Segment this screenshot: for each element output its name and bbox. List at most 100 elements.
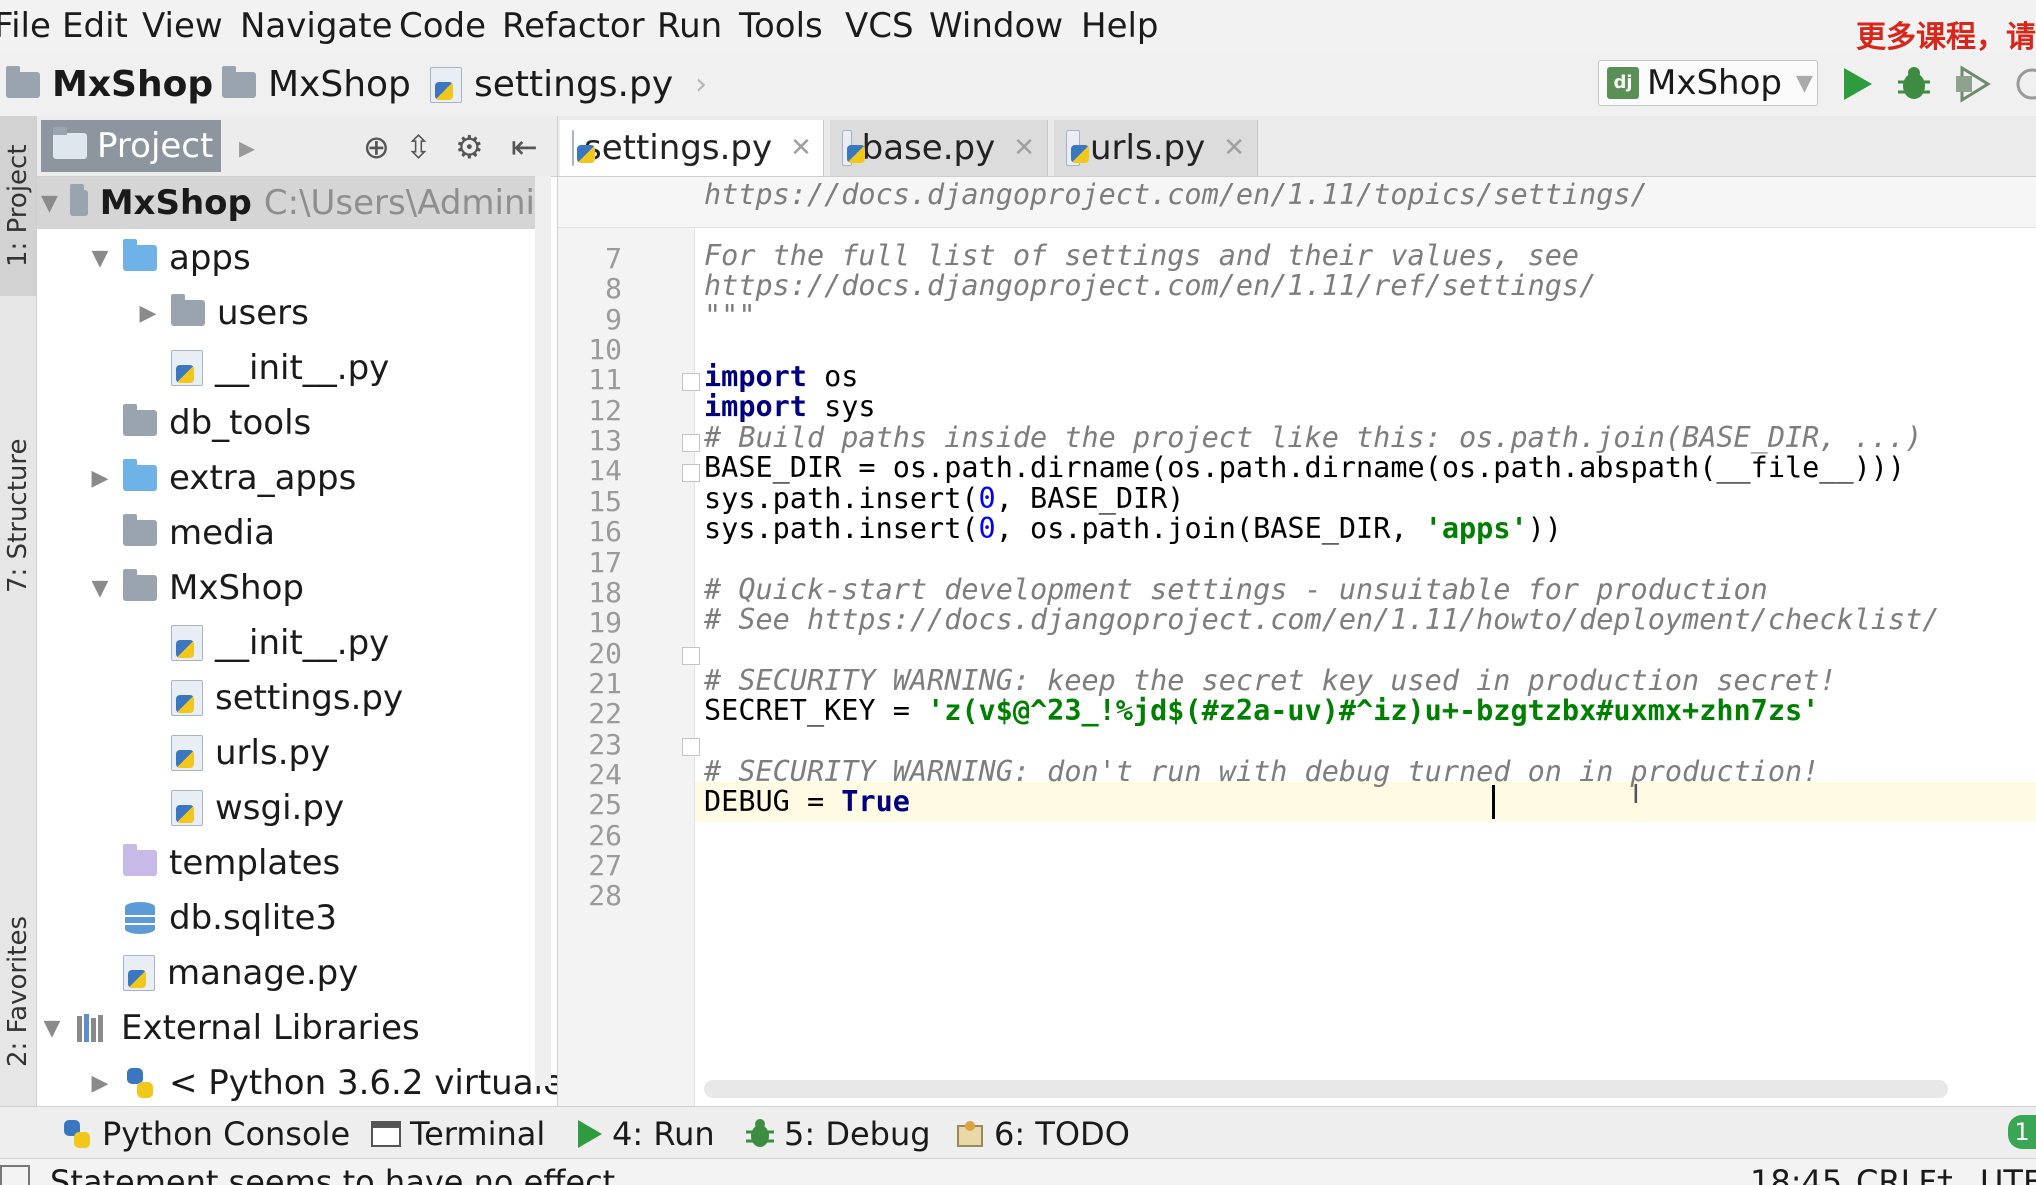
expand-arrow-icon[interactable]: ▼ <box>89 576 111 601</box>
fold-marker-icon[interactable] <box>682 646 700 665</box>
tree-item-label: media <box>169 513 275 553</box>
line-number-gutter[interactable]: 7 8 9 10 11 12 13 14 15 16 17 18 19 20 21 22 23 24 25 26 27 2… <box>558 228 700 1106</box>
tree-item-extra-apps[interactable]: ▶ extra_apps <box>89 452 357 504</box>
code-line[interactable]: """ <box>704 297 755 335</box>
code-token: SECRET_KEY = <box>704 693 928 727</box>
caret-position[interactable]: 18:45 <box>1750 1163 1842 1185</box>
todo-tool-button[interactable]: 6: TODO <box>954 1115 1130 1153</box>
terminal-button[interactable]: Terminal <box>370 1115 545 1153</box>
menu-edit[interactable]: Edit <box>62 6 128 46</box>
tool-window-project-tab[interactable]: 1: Project <box>0 116 36 296</box>
run-with-coverage-button[interactable] <box>1952 64 1992 104</box>
menu-refactor[interactable]: Refactor <box>502 6 645 46</box>
code-line[interactable]: https://docs.djangoproject.com/en/1.11/t… <box>704 176 1648 214</box>
close-icon[interactable]: ✕ <box>790 133 812 163</box>
code-token: 'z(v$@^23_!%jd$(#z2a-uv)#^iz)u+-bzgtzbx#… <box>927 693 1820 727</box>
tree-item-manage[interactable]: manage.py <box>123 947 358 999</box>
tree-item-apps[interactable]: ▼ apps <box>89 232 251 284</box>
menu-view[interactable]: View <box>142 6 223 46</box>
menu-tools[interactable]: Tools <box>739 6 823 46</box>
tab-urls-py[interactable]: urls.py ✕ <box>1054 120 1258 176</box>
code-token: sys.path.insert( <box>704 511 979 545</box>
tool-window-favorites-tab[interactable]: 2: Favorites <box>0 876 36 1106</box>
code-line[interactable]: https://docs.djangoproject.com/en/1.11/r… <box>704 267 1596 305</box>
run-configuration-select[interactable]: dj MxShop ▼ <box>1598 60 1818 106</box>
run-tool-button[interactable]: 4: Run <box>574 1115 715 1153</box>
tree-item-wsgi[interactable]: wsgi.py <box>171 782 344 834</box>
panel-toggle-icon[interactable] <box>0 1165 30 1185</box>
python-console-button[interactable]: Python Console <box>62 1115 350 1153</box>
expand-arrow-icon[interactable]: ▼ <box>41 1016 63 1041</box>
chevron-right-icon[interactable]: ▸ <box>239 128 255 166</box>
tree-item-external-libraries[interactable]: ▼ External Libraries <box>41 1002 420 1054</box>
menu-code[interactable]: Code <box>399 6 486 46</box>
tree-item-path: C:\Users\Admini <box>263 183 535 223</box>
file-encoding[interactable]: UTF <box>1980 1163 2036 1185</box>
close-icon[interactable]: ✕ <box>1223 133 1245 163</box>
event-log-badge[interactable]: 1 <box>2008 1115 2036 1149</box>
tool-window-structure-tab[interactable]: 7: Structure <box>0 356 36 676</box>
fold-marker-icon[interactable] <box>682 434 700 453</box>
tree-item-python-sdk[interactable]: ▶ < Python 3.6.2 virtualen <box>89 1057 557 1106</box>
tree-item-urls[interactable]: urls.py <box>171 727 330 779</box>
tree-item-settings[interactable]: settings.py <box>171 672 403 724</box>
project-view-selector[interactable]: Project <box>41 120 221 172</box>
debug-tool-button[interactable]: 5: Debug <box>744 1115 931 1153</box>
tree-item-apps-init[interactable]: __init__.py <box>171 342 389 394</box>
menu-vcs[interactable]: VCS <box>845 6 914 46</box>
code-token: 'apps' <box>1424 511 1528 545</box>
breadcrumb-project[interactable]: MxShop › <box>6 64 247 105</box>
tree-item-media[interactable]: media <box>123 507 275 559</box>
expand-arrow-icon[interactable]: ▼ <box>41 191 58 216</box>
expand-arrow-icon[interactable]: ▼ <box>89 246 111 271</box>
tree-item-db-tools[interactable]: db_tools <box>123 397 311 449</box>
locate-icon[interactable]: ⊕ <box>363 128 390 166</box>
gear-icon[interactable]: ⚙ <box>455 128 484 166</box>
tree-item-project-root[interactable]: ▼ MxShop C:\Users\Admini <box>37 177 535 229</box>
fold-marker-icon[interactable] <box>682 373 700 392</box>
code-line[interactable]: sys.path.insert(0, os.path.join(BASE_DIR… <box>704 510 1562 548</box>
collapse-all-icon[interactable]: ⇳ <box>405 128 432 166</box>
project-tree-scrollbar[interactable] <box>535 176 551 1086</box>
line-number: 19 <box>588 606 622 640</box>
fold-marker-icon[interactable] <box>682 464 700 483</box>
menu-window[interactable]: Window <box>929 6 1063 46</box>
code-token: # See https://docs.djangoproject.com/en/… <box>704 602 1940 636</box>
menu-run[interactable]: Run <box>657 6 722 46</box>
tree-item-label: manage.py <box>167 953 359 993</box>
menu-help[interactable]: Help <box>1081 6 1159 46</box>
tree-item-templates[interactable]: templates <box>123 837 340 889</box>
tree-item-label: MxShop <box>169 568 304 608</box>
tree-item-label: apps <box>169 238 251 278</box>
collapse-arrow-icon[interactable]: ▶ <box>137 301 159 326</box>
breadcrumb-package[interactable]: MxShop › <box>222 64 445 105</box>
code-line[interactable]: DEBUG = True <box>704 783 910 821</box>
tree-item-label: extra_apps <box>169 458 357 498</box>
line-number: 14 <box>588 454 622 488</box>
tree-item-users[interactable]: ▶ users <box>137 287 309 339</box>
run-button[interactable] <box>1836 64 1876 104</box>
editor-horizontal-scrollbar[interactable] <box>704 1080 1948 1098</box>
tab-settings-py[interactable]: settings.py ✕ <box>560 120 824 176</box>
code-line[interactable]: SECRET_KEY = 'z(v$@^23_!%jd$(#z2a-uv)#^i… <box>704 692 1819 730</box>
folder-icon <box>123 239 157 271</box>
debug-tool-label: 5: Debug <box>784 1115 931 1153</box>
breadcrumb-file[interactable]: settings.py › <box>430 64 707 105</box>
stop-button[interactable] <box>2012 64 2036 104</box>
collapse-arrow-icon[interactable]: ▶ <box>89 1071 111 1096</box>
line-separator[interactable]: CRLF‡ <box>1856 1163 1953 1185</box>
collapse-arrow-icon[interactable]: ▶ <box>89 466 111 491</box>
menu-navigate[interactable]: Navigate <box>240 6 393 46</box>
folder-icon <box>123 459 157 491</box>
tree-item-mxshop-package[interactable]: ▼ MxShop <box>89 562 304 614</box>
debug-button[interactable] <box>1894 64 1934 104</box>
tab-base-py[interactable]: base.py ✕ <box>830 120 1048 176</box>
line-number: 13 <box>588 424 622 458</box>
code-line[interactable]: # See https://docs.djangoproject.com/en/… <box>704 601 1939 639</box>
fold-marker-icon[interactable] <box>682 737 700 756</box>
hide-panel-icon[interactable]: ⇤ <box>511 128 538 166</box>
tree-item-mxshop-init[interactable]: __init__.py <box>171 617 389 669</box>
close-icon[interactable]: ✕ <box>1013 133 1035 163</box>
menu-file[interactable]: File <box>0 6 51 46</box>
tree-item-db-sqlite[interactable]: db.sqlite3 <box>123 892 337 944</box>
